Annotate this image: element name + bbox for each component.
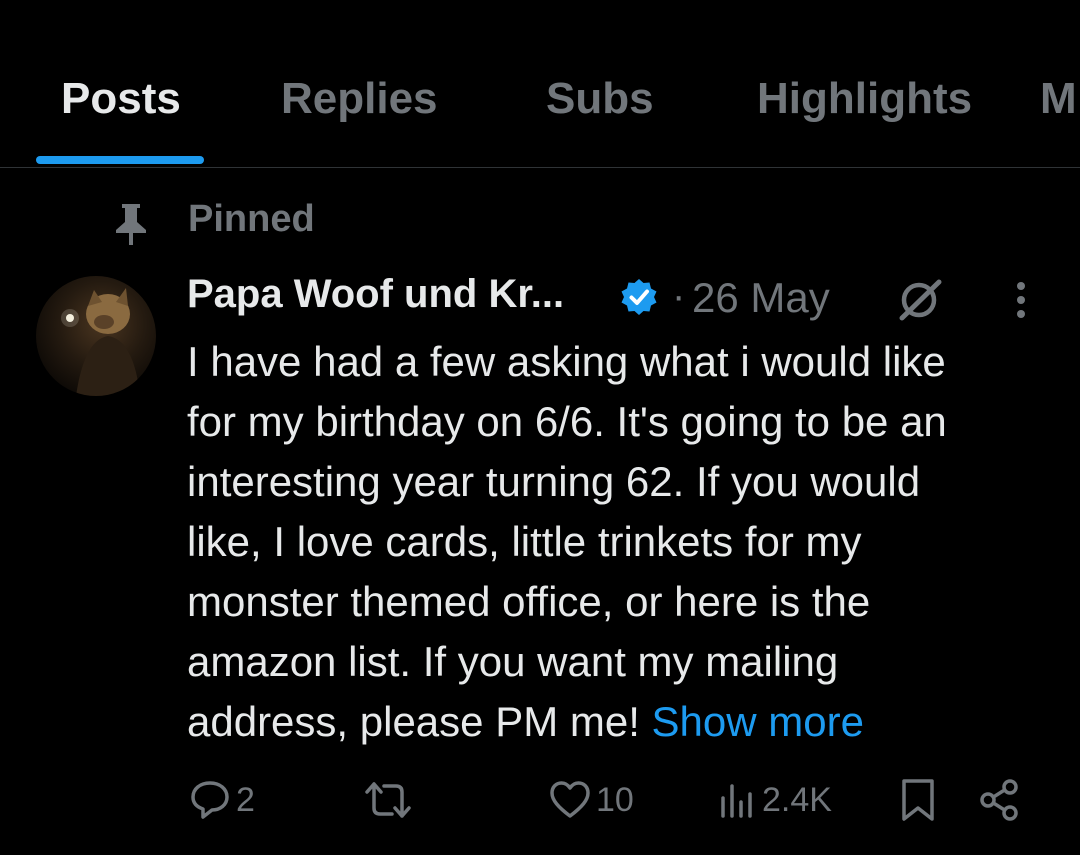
tab-replies[interactable]: Replies <box>281 74 438 124</box>
post-date[interactable]: 26 May <box>692 274 830 322</box>
profile-tabs: Posts Replies Subs Highlights M <box>0 0 1080 168</box>
active-tab-indicator <box>36 156 204 164</box>
views-button[interactable]: 2.4K <box>718 770 832 830</box>
author-name[interactable]: Papa Woof und Kr... <box>187 272 564 317</box>
post-actions: 2 10 2.4K <box>0 770 1080 830</box>
repost-button[interactable] <box>364 770 416 830</box>
post-text-line: monster themed office, or here is the <box>187 578 871 625</box>
post-text-line: I have had a few asking what i would lik… <box>187 338 946 385</box>
meta-separator: · <box>672 274 686 318</box>
reply-button[interactable]: 2 <box>188 770 255 830</box>
bookmark-button[interactable] <box>898 770 938 830</box>
pin-icon <box>116 204 146 245</box>
like-count: 10 <box>596 780 634 819</box>
show-more-link[interactable]: Show more <box>652 698 864 745</box>
post-text-line: address, please PM me! <box>187 698 652 745</box>
post-text-line: like, I love cards, little trinkets for … <box>187 518 862 565</box>
post-text-last-line: address, please PM me! Show more <box>187 692 1047 752</box>
repost-icon <box>365 782 411 818</box>
verified-badge-icon[interactable] <box>620 278 658 316</box>
avatar[interactable] <box>36 276 156 396</box>
post-text-line: for my birthday on 6/6. It's going to be… <box>187 398 947 445</box>
post-header: Papa Woof und Kr... · 26 May <box>187 270 1047 326</box>
tab-posts[interactable]: Posts <box>61 74 181 124</box>
reply-count: 2 <box>236 780 255 819</box>
post-text[interactable]: I have had a few asking what i would lik… <box>187 332 1047 752</box>
grok-icon[interactable] <box>894 276 944 322</box>
bookmark-icon <box>902 779 934 821</box>
avatar-image <box>36 276 156 396</box>
post-text-line: amazon list. If you want my mailing <box>187 638 839 685</box>
tab-media[interactable]: M <box>1040 74 1077 124</box>
pinned-label: Pinned <box>188 198 315 240</box>
more-options-icon[interactable] <box>1006 280 1036 320</box>
share-button[interactable] <box>978 770 1022 830</box>
reply-icon <box>191 781 229 819</box>
like-button[interactable]: 10 <box>548 770 634 830</box>
views-icon <box>721 784 752 818</box>
post-text-line: interesting year turning 62. If you woul… <box>187 458 921 505</box>
tab-subs[interactable]: Subs <box>546 74 654 124</box>
like-icon <box>550 781 590 818</box>
share-icon <box>980 779 1018 821</box>
tab-highlights[interactable]: Highlights <box>757 74 972 124</box>
views-count: 2.4K <box>762 780 832 819</box>
